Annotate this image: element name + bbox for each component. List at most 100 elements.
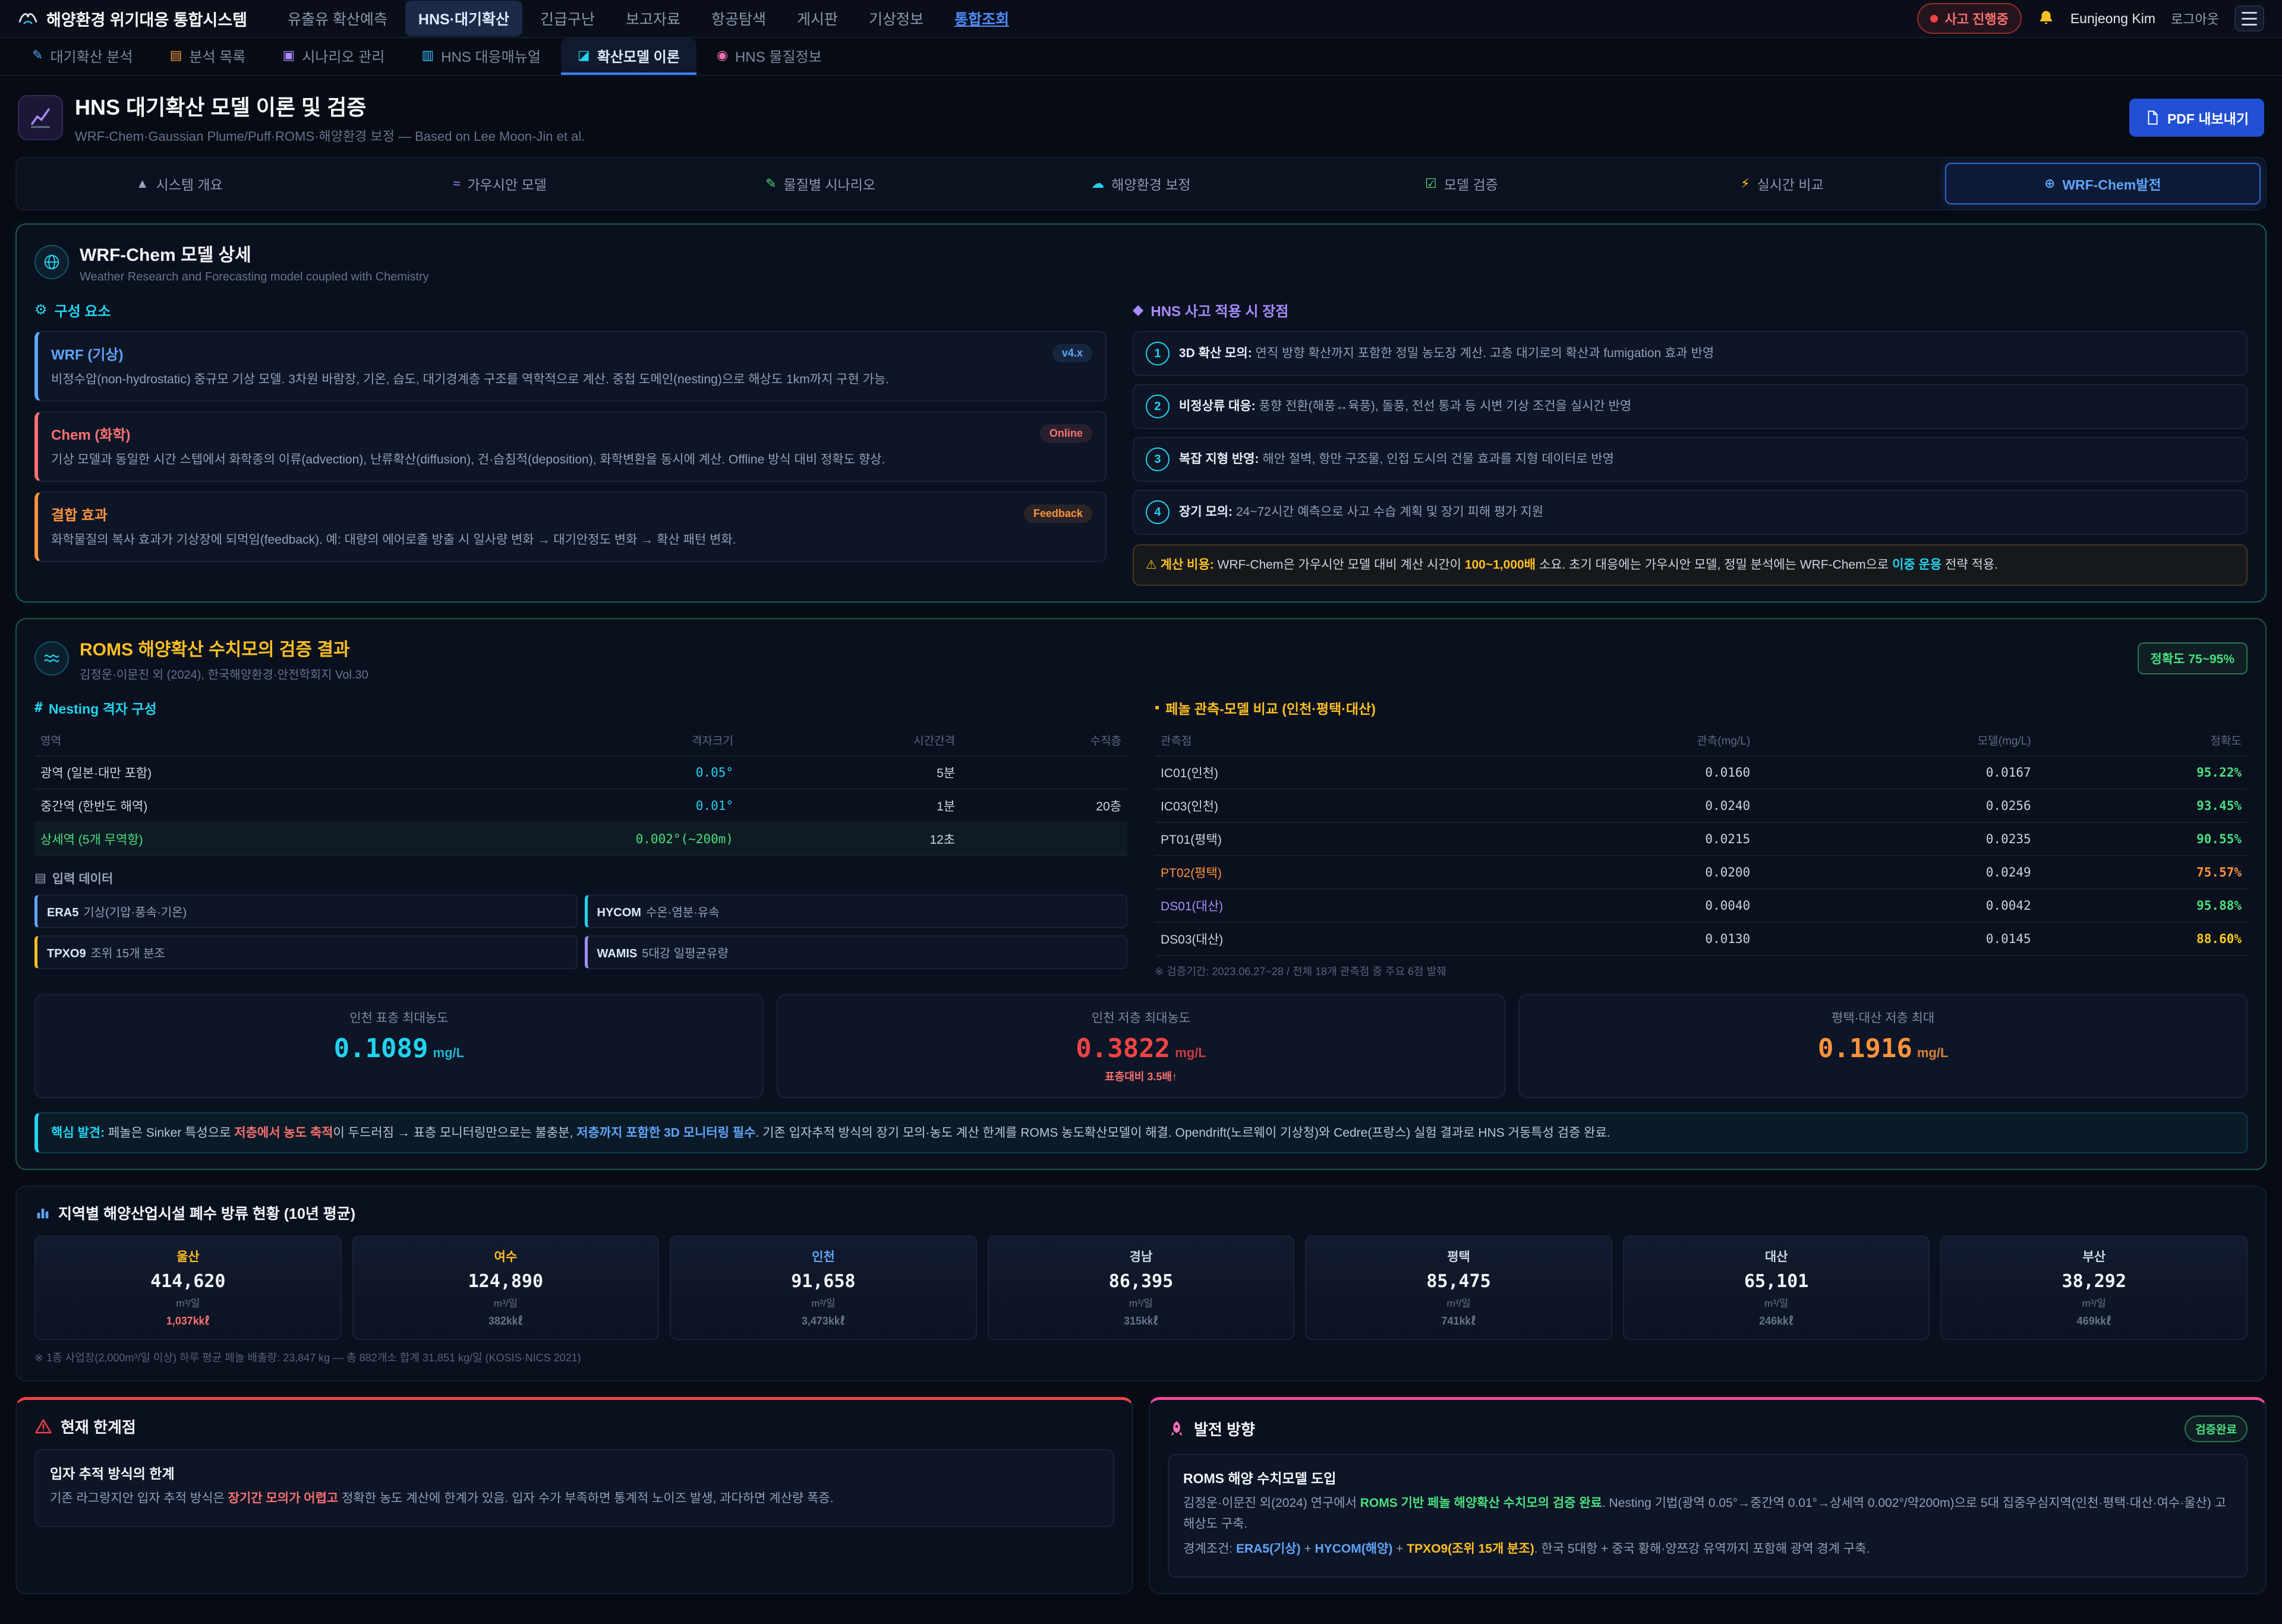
section-tab[interactable]: ⚡ 실시간 비교 bbox=[1624, 163, 1940, 204]
section-tab-label: 모델 검증 bbox=[1444, 174, 1498, 194]
wrf-card-title: WRF-Chem 모델 상세 bbox=[80, 240, 429, 266]
advantage-description: 해안 절벽, 항만 구조물, 인접 도시의 건물 효과를 지형 데이터로 반영 bbox=[1262, 452, 1614, 466]
cell-accuracy: 90.55% bbox=[2031, 832, 2242, 846]
nav-item[interactable]: 보고자료 bbox=[613, 1, 694, 36]
subnav-item-icon: ▣ bbox=[282, 48, 295, 63]
nav-item[interactable]: 유출유 확산예측 bbox=[275, 1, 401, 36]
wing-logo-icon bbox=[18, 8, 38, 29]
subnav-item[interactable]: ◪ 확산모델 이론 bbox=[561, 38, 696, 75]
subnav-item-label: HNS 물질정보 bbox=[735, 45, 822, 66]
section-tab-icon: ▲ bbox=[136, 176, 149, 191]
nav-item[interactable]: 기상정보 bbox=[856, 1, 937, 36]
region-sub-value: 469k㎘ bbox=[1947, 1313, 2240, 1328]
subnav-item[interactable]: ◉ HNS 물질정보 bbox=[700, 38, 839, 75]
stat-label: 인천 표층 최대농도 bbox=[49, 1008, 749, 1026]
dataset-description: 기상(기압·풍속·기온) bbox=[83, 906, 187, 919]
section-tab[interactable]: ▲ 시스템 개요 bbox=[21, 163, 337, 204]
incident-status-label: 사고 진행중 bbox=[1945, 9, 2009, 28]
menu-toggle-button[interactable] bbox=[2234, 5, 2264, 31]
discharge-source-note: ※ 1종 사업장(2,000m³/일 이상) 하루 평균 페놀 배출량: 23,… bbox=[34, 1349, 2248, 1365]
incident-status-badge[interactable]: 사고 진행중 bbox=[1917, 3, 2022, 34]
subnav-item[interactable]: ▥ HNS 대응매뉴얼 bbox=[405, 38, 557, 75]
component-name: 결합 효과 bbox=[51, 503, 108, 524]
section-tab[interactable]: ⊕ WRF-Chem발전 bbox=[1945, 163, 2261, 204]
nav-item[interactable]: 게시판 bbox=[784, 1, 851, 36]
advantage-description: 연직 방향 확산까지 포함한 정밀 농도장 계산. 고층 대기로의 확산과 fu… bbox=[1256, 346, 1714, 360]
concentration-stats: 인천 표층 최대농도 0.1089mg/L 인천 저층 최대농도 0.3822m… bbox=[34, 994, 2248, 1098]
pdf-export-button[interactable]: PDF 내보내기 bbox=[2129, 99, 2264, 137]
cell-accuracy: 95.22% bbox=[2031, 765, 2242, 780]
cell-modeled: 0.0256 bbox=[1750, 799, 2031, 813]
computation-cost-note: ⚠ 계산 비용: WRF-Chem은 가우시안 모델 대비 계산 시간이 100… bbox=[1133, 544, 2248, 586]
main-nav: 유출유 확산예측 HNS·대기확산 긴급구난 보고자료 항공탐색 게시판 기상정… bbox=[275, 1, 1022, 36]
subnav-item[interactable]: ▤ 분석 목록 bbox=[153, 38, 263, 75]
cell-accuracy: 75.57% bbox=[2031, 865, 2242, 879]
region-name: 경남 bbox=[995, 1247, 1288, 1265]
future-item-body-1: 김정운·이문진 외(2024) 연구에서 ROMS 기반 페놀 해양확산 수치모… bbox=[1183, 1493, 2232, 1534]
region-name: 부산 bbox=[1947, 1247, 2240, 1265]
nav-item[interactable]: 긴급구난 bbox=[527, 1, 608, 36]
cell-observed: 0.0215 bbox=[1470, 832, 1750, 846]
section-tab[interactable]: ☑ 모델 검증 bbox=[1304, 163, 1619, 204]
nav-item[interactable]: 통합조회 bbox=[941, 1, 1022, 36]
advantage-item: 4 장기 모의: 24~72시간 예측으로 사고 수습 계획 및 장기 피해 평… bbox=[1133, 490, 2248, 535]
subnav-item[interactable]: ✎ 대기확산 분석 bbox=[15, 38, 150, 75]
section-tab-label: 시스템 개요 bbox=[156, 174, 223, 194]
advantage-number-badge: 2 bbox=[1146, 395, 1170, 418]
region-stat-card: 인천 91,658 m³/일 3,473k㎘ bbox=[670, 1235, 977, 1340]
region-name: 대산 bbox=[1630, 1247, 1923, 1265]
model-component-card: WRF (기상) v4.x 비정수압(non-hydrostatic) 중규모 … bbox=[34, 331, 1107, 402]
dataset-name: ERA5 bbox=[47, 906, 78, 919]
cell-observed: 0.0130 bbox=[1470, 932, 1750, 946]
stat-sub-note bbox=[49, 1068, 749, 1080]
region-sub-value: 1,037k㎘ bbox=[42, 1313, 335, 1328]
stat-sub-note: 표층대비 3.5배↑ bbox=[791, 1068, 1492, 1084]
section-tab[interactable]: ☁ 해양환경 보정 bbox=[983, 163, 1298, 204]
wrf-card-subtitle: Weather Research and Forecasting model c… bbox=[80, 270, 429, 284]
notification-bell-icon[interactable] bbox=[2037, 10, 2055, 27]
stat-label: 인천 저층 최대농도 bbox=[791, 1008, 1492, 1026]
section-tab[interactable]: ✎ 물질별 시나리오 bbox=[663, 163, 978, 204]
obs-comparison-title: ▪ 페놀 관측-모델 비교 (인천·평택·대산) bbox=[1155, 698, 2248, 718]
stat-card: 인천 저층 최대농도 0.3822mg/L 표층대비 3.5배↑ bbox=[777, 994, 1506, 1098]
subnav-item-icon: ▤ bbox=[170, 48, 182, 63]
nav-item[interactable]: 항공탐색 bbox=[698, 1, 779, 36]
model-component-card: Chem (화학) Online 기상 모델과 동일한 시간 스텝에서 화학종의… bbox=[34, 411, 1107, 482]
component-description: 화학물질의 복사 효과가 기상장에 되먹임(feedback). 예: 대량의 … bbox=[51, 530, 1092, 550]
cell-modeled: 0.0042 bbox=[1750, 898, 2031, 913]
roms-card-subtitle: 김정운·이문진 외 (2024), 한국해양환경·안전학회지 Vol.30 bbox=[80, 665, 368, 682]
app-logo[interactable]: 해양환경 위기대응 통합시스템 bbox=[18, 7, 247, 30]
advantage-title: 비정상류 대응: bbox=[1179, 399, 1259, 413]
component-version-badge: Online bbox=[1040, 424, 1092, 443]
verified-badge: 검증완료 bbox=[2185, 1415, 2248, 1442]
advantage-description: 24~72시간 예측으로 사고 수습 계획 및 장기 피해 평가 지원 bbox=[1236, 505, 1543, 519]
cell-modeled: 0.0249 bbox=[1750, 865, 2031, 879]
dataset-description: 5대강 일평균유량 bbox=[642, 947, 728, 960]
section-tab-icon: ⚡ bbox=[1741, 176, 1750, 191]
section-tab-icon: ≈ bbox=[453, 176, 460, 191]
nav-item[interactable]: HNS·대기확산 bbox=[405, 1, 522, 36]
region-unit: m³/일 bbox=[677, 1295, 970, 1310]
main-content: WRF-Chem 모델 상세 Weather Research and Fore… bbox=[0, 223, 2282, 1624]
validation-period-note: ※ 검증기간: 2023.06.27~28 / 전체 18개 관측점 중 주요 … bbox=[1155, 963, 2248, 979]
future-direction-card: 발전 방향 검증완료 ROMS 해양 수치모델 도입 김정운·이문진 외(202… bbox=[1149, 1397, 2267, 1594]
observation-table-row: IC01(인천) 0.0160 0.0167 95.22% bbox=[1155, 756, 2248, 790]
page-subtitle: WRF-Chem·Gaussian Plume/Puff·ROMS·해양환경 보… bbox=[75, 126, 585, 145]
observation-table-row: DS01(대산) 0.0040 0.0042 95.88% bbox=[1155, 890, 2248, 923]
subnav-item-label: 분석 목록 bbox=[189, 45, 245, 66]
observation-table-row: IC03(인천) 0.0240 0.0256 93.45% bbox=[1155, 790, 2248, 823]
section-tab[interactable]: ≈ 가우시안 모델 bbox=[342, 163, 657, 204]
logout-button[interactable]: 로그아웃 bbox=[2171, 9, 2219, 28]
nesting-table-row: 광역 (일본·대만 포함) 0.05° 5분 bbox=[34, 756, 1127, 790]
stat-label: 평택·대산 저층 최대 bbox=[1533, 1008, 2233, 1026]
section-tab-icon: ☁ bbox=[1091, 176, 1104, 191]
regional-discharge-card: 지역별 해양산업시설 폐수 방류 현황 (10년 평균) 울산 414,620 … bbox=[15, 1185, 2267, 1382]
cell-station: IC03(인천) bbox=[1161, 797, 1470, 815]
observation-table-row: PT01(평택) 0.0215 0.0235 90.55% bbox=[1155, 823, 2248, 856]
region-sub-value: 315k㎘ bbox=[995, 1313, 1288, 1328]
model-component-card: 결합 효과 Feedback 화학물질의 복사 효과가 기상장에 되먹임(fee… bbox=[34, 491, 1107, 562]
stat-unit: mg/L bbox=[433, 1045, 465, 1060]
page-chart-icon bbox=[18, 95, 63, 140]
region-unit: m³/일 bbox=[1312, 1295, 1605, 1310]
subnav-item[interactable]: ▣ 시나리오 관리 bbox=[266, 38, 401, 75]
